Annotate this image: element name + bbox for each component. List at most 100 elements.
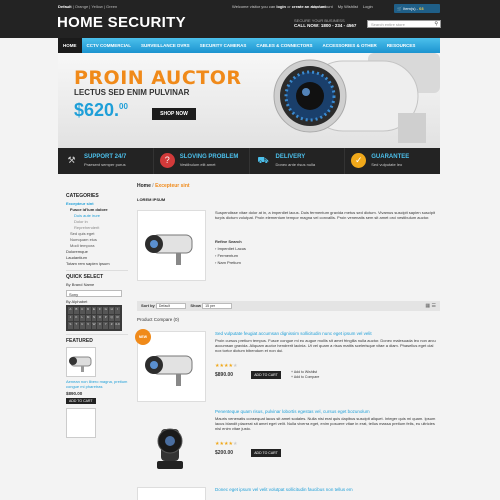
alphabet-letter[interactable]: T [73,322,79,329]
product-links: + Add to Wishlist + Add to Compare [291,370,319,380]
refine-title: Refine Search [215,239,242,244]
sort-select[interactable]: Default [155,303,186,309]
login-link[interactable]: login [276,4,286,9]
alphabet-letter[interactable]: B [73,307,79,314]
info-guarantee[interactable]: ✓ Guarantee Sed vulputate leo [345,148,440,174]
refine-item[interactable]: › Imperdiet Lacus [215,245,246,252]
info-text: Vestibulum elit amet [179,162,216,167]
add-to-cart-button[interactable]: ADD TO CART [251,371,281,379]
sort-label: Sort by [141,303,155,309]
nav-resources[interactable]: Resources [382,38,421,53]
refine-item[interactable]: › Nam Pretium [215,259,246,266]
alphabet-letter[interactable]: R [115,314,120,322]
alphabet-letter[interactable]: V [85,322,91,329]
nav-cctv-commercial[interactable]: CCTV Commercial [82,38,137,53]
banner-subtitle: LECTUS SED ENIM PULVINAR [74,88,190,97]
featured-product-title[interactable]: Aenean non libero magna, pretium congue … [66,379,128,389]
view-mode-icons[interactable]: ▦ ☰ [425,303,436,309]
swatch-others[interactable]: | Orange | Yellow | Green [73,4,117,9]
product-description: Mauris venenatis consequat lacus sit ame… [215,416,436,431]
alphabet-letter[interactable]: L [79,314,85,322]
featured-heading: FEATURED [66,338,93,344]
nav-home[interactable]: Home [58,38,82,53]
alphabet-letter[interactable]: D [85,307,91,314]
product-compare[interactable]: Product Compare (0) [137,317,179,322]
alphabet-letter[interactable]: C [79,307,85,314]
bullet-camera-icon [69,356,92,372]
product-image[interactable]: NEW [135,329,206,402]
alphabet-letter[interactable]: E [91,307,97,314]
alphabet-letter[interactable]: F [97,307,103,314]
alphabet-letter[interactable]: N [91,314,97,322]
alphabet-letter[interactable]: Z [109,322,115,329]
logo-home: HOME [57,14,104,31]
search-icon[interactable]: ⚲ [434,21,438,27]
product-image[interactable] [137,487,206,500]
alphabet-letter[interactable]: M [85,314,91,322]
alphabet-letter[interactable]: A [68,307,73,314]
featured-product-image[interactable] [66,408,96,438]
cart-icon: 🛒 [397,6,402,11]
product-title[interactable]: Sed vulputate feugiat accumsan dignissim… [215,331,439,336]
alphabet-letter[interactable]: W [91,322,97,329]
swatch-default[interactable]: Default [58,4,72,9]
alphabet-letter[interactable]: S [68,322,73,329]
nav-security-cameras[interactable]: Security Cameras [195,38,252,53]
tools-icon: ⚒ [67,155,76,165]
alphabet-letter[interactable]: 0-9 [115,322,120,329]
product-title[interactable]: Penenteque quam risus, pulvinar lobortis… [215,409,439,414]
hero-banner[interactable]: PROIN AUCTOR LECTUS SED ENIM PULVINAR $6… [58,53,440,148]
cart-button[interactable]: 🛒 Item(s) - 03 [394,4,440,13]
alphabet-letter[interactable]: I [115,307,120,314]
login-top-link[interactable]: Login [363,4,373,9]
shop-now-button[interactable]: SHOP NOW [152,108,196,120]
alphabet-letter[interactable]: O [97,314,103,322]
alphabet-letter[interactable]: G [103,307,109,314]
alphabet-letter[interactable]: K [73,314,79,322]
featured-product-price: $890.00 [66,391,83,396]
featured-product-image[interactable] [66,347,96,377]
product-image[interactable] [137,409,206,480]
category-item[interactable]: Totam rem sapien ipsum [66,261,128,267]
info-title: Support 24/7 [84,154,127,160]
info-title: Guarantee [371,154,410,160]
cart-count: 03 [419,6,424,11]
featured-add-to-cart-button[interactable]: ADD TO CART [66,398,96,404]
alphabet-letter[interactable]: P [103,314,109,322]
alphabet-letter[interactable]: X [97,322,103,329]
my-wishlist-link[interactable]: My Wishlist [338,4,358,9]
info-delivery[interactable]: ⛟ Delivery Donec ante risus nulla [250,148,346,174]
alphabet-letter[interactable]: Q [109,314,115,322]
my-account-link[interactable]: My Account [312,4,333,9]
search-placeholder: Search entire store [371,22,405,27]
refine-item-label: Imperdiet Lacus [217,246,246,251]
logo-security: SECURITY [107,14,186,31]
page: Default | Orange | Yellow | Green HOME S… [0,0,500,500]
banner-price: $620.00 [74,100,128,121]
breadcrumb-separator: / [152,183,154,189]
main-content: Home / Excepteur sint LOREM IPSUM Suspen… [135,183,440,500]
refine-item[interactable]: › Fermentum [215,252,246,259]
alphabet-letter[interactable]: Y [103,322,109,329]
brand-select[interactable]: Sony [66,290,122,297]
product-price: $200.00 [215,450,234,456]
alphabet-letter[interactable]: H [109,307,115,314]
new-badge: NEW [135,329,151,345]
info-problem[interactable]: ? Sloving Problem Vestibulum elit amet [154,148,250,174]
info-support[interactable]: ⚒ Support 24/7 Praesent semper purus [58,148,154,174]
category-title: LOREM IPSUM [137,197,166,202]
nav-cables-connectors[interactable]: Cables & Connectors [251,38,317,53]
add-to-compare-link[interactable]: + Add to Compare [291,375,319,380]
show-select[interactable]: 15 per [202,303,233,309]
info-bar: ⚒ Support 24/7 Praesent semper purus ? S… [58,148,440,174]
logo[interactable]: HOME SECURITY [57,14,186,31]
alphabet-letter[interactable]: J [68,314,73,322]
nav-accessories-other[interactable]: Accessories & Other [318,38,382,53]
alphabet-letter[interactable]: U [79,322,85,329]
product-title[interactable]: Donec eget ipsum vel velit volutpat soll… [215,487,439,492]
search-input[interactable]: Search entire store ⚲ [367,20,441,28]
nav-surveillance-dvrs[interactable]: Surveillance DVRs [136,38,195,53]
add-to-cart-button[interactable]: ADD TO CART [251,449,281,457]
breadcrumb-home[interactable]: Home [137,183,151,189]
main-nav: Home CCTV Commercial Surveillance DVRs S… [58,38,440,53]
